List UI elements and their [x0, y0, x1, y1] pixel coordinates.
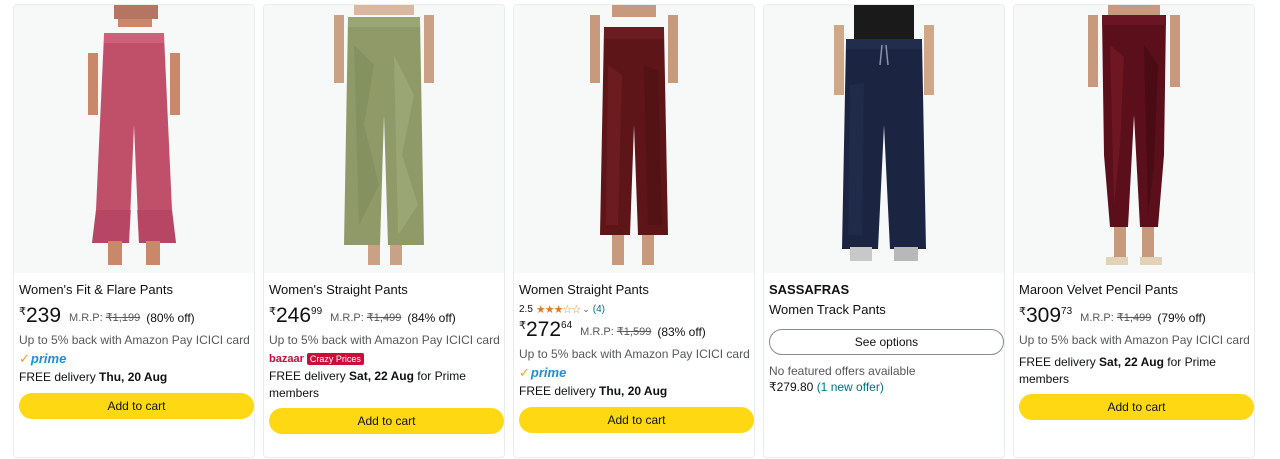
- crazy-prices-badge: Crazy Prices: [306, 353, 364, 365]
- product-image[interactable]: [764, 5, 1004, 273]
- delivery-date: Sat, 22 Aug: [1099, 355, 1164, 369]
- price-fraction: 99: [311, 306, 323, 317]
- mrp: M.R.P: ₹1,499: [330, 311, 401, 325]
- price-fraction: 73: [1061, 306, 1073, 317]
- price-row: ₹ 309 73 M.R.P: ₹1,499 (79% off): [1019, 303, 1250, 333]
- no-offers-note: No featured offers available: [769, 364, 916, 378]
- prime-badge: ✓ prime: [519, 365, 750, 381]
- add-to-cart-button[interactable]: Add to cart: [19, 393, 254, 419]
- mrp-label: M.R.P:: [330, 312, 364, 324]
- product-card[interactable]: Women's Fit & Flare Pants ₹ 239 M.R.P: ₹1…: [13, 4, 255, 458]
- rating-value: 2.5: [519, 303, 533, 315]
- price-row: ₹ 246 99 M.R.P: ₹1,499 (84% off): [269, 303, 500, 333]
- discount: (84% off): [407, 311, 456, 325]
- delivery-date: Thu, 20 Aug: [99, 370, 168, 384]
- see-options-button[interactable]: See options: [769, 329, 1004, 355]
- price-fraction: 64: [561, 320, 573, 331]
- chevron-down-icon[interactable]: ⌄: [582, 304, 590, 315]
- offer-row: ₹279.80 (1 new offer): [769, 379, 1000, 395]
- product-card[interactable]: Women's Straight Pants ₹ 246 99 M.R.P: ₹1…: [263, 4, 505, 458]
- price-symbol: ₹: [519, 320, 526, 332]
- product-card[interactable]: Maroon Velvet Pencil Pants ₹ 309 73 M.R.…: [1013, 4, 1255, 458]
- price-symbol: ₹: [269, 306, 276, 318]
- price-whole: 239: [26, 304, 62, 327]
- rating[interactable]: 2.5 ★★★☆☆ ⌄ (4): [519, 301, 750, 317]
- price-whole: 309: [1026, 304, 1062, 327]
- price-whole: 246: [276, 304, 312, 327]
- cashback-offer: Up to 5% back with Amazon Pay ICICI card: [269, 333, 500, 347]
- delivery-info: FREE delivery Sat, 22 Aug for Prime memb…: [269, 368, 500, 402]
- prime-label: prime: [30, 351, 67, 366]
- prime-label: prime: [530, 365, 567, 380]
- prime-check-icon: ✓: [19, 351, 30, 366]
- delivery-info: FREE delivery Thu, 20 Aug: [19, 369, 250, 386]
- mrp-value: ₹1,499: [366, 312, 402, 324]
- mrp: M.R.P: ₹1,499: [1080, 311, 1151, 325]
- product-image[interactable]: [514, 5, 754, 273]
- price-symbol: ₹: [19, 306, 26, 318]
- add-to-cart-button[interactable]: Add to cart: [269, 408, 504, 434]
- cashback-offer: Up to 5% back with Amazon Pay ICICI card: [1019, 333, 1250, 347]
- product-card[interactable]: Women Straight Pants 2.5 ★★★☆☆ ⌄ (4) ₹ 2…: [513, 4, 755, 458]
- cashback-offer: Up to 5% back with Amazon Pay ICICI card: [19, 333, 250, 347]
- delivery-prefix: FREE delivery: [519, 384, 596, 398]
- rating-stars-icon: ★★★☆☆: [535, 303, 581, 316]
- product-title[interactable]: Women's Straight Pants: [269, 281, 500, 301]
- bazaar-badge: bazaar Crazy Prices: [269, 352, 500, 366]
- bazaar-logo: bazaar: [269, 353, 304, 365]
- product-image[interactable]: [14, 5, 254, 273]
- add-to-cart-button[interactable]: Add to cart: [519, 407, 754, 433]
- mrp-label: M.R.P:: [69, 312, 103, 324]
- delivery-prefix: FREE delivery: [19, 370, 96, 384]
- price-whole: 272: [526, 318, 562, 341]
- product-grid: Women's Fit & Flare Pants ₹ 239 M.R.P: ₹1…: [13, 4, 1259, 459]
- delivery-info: FREE delivery Sat, 22 Aug for Prime memb…: [1019, 354, 1250, 388]
- delivery-prefix: FREE delivery: [269, 369, 346, 383]
- mrp-value: ₹1,499: [1116, 312, 1152, 324]
- prime-check-icon: ✓: [519, 365, 530, 380]
- discount: (80% off): [146, 311, 195, 325]
- discount: (79% off): [1157, 311, 1206, 325]
- cashback-offer: Up to 5% back with Amazon Pay ICICI card: [519, 347, 750, 361]
- mrp-value: ₹1,599: [616, 326, 652, 338]
- rating-count[interactable]: (4): [593, 304, 605, 315]
- product-title[interactable]: Women's Fit & Flare Pants: [19, 281, 250, 301]
- offer-price: ₹279.80: [769, 380, 814, 394]
- delivery-prefix: FREE delivery: [1019, 355, 1096, 369]
- mrp-value: ₹1,199: [105, 312, 141, 324]
- price-symbol: ₹: [1019, 306, 1026, 318]
- product-title[interactable]: Women Track Pants: [769, 301, 1000, 321]
- prime-badge: ✓ prime: [19, 351, 250, 367]
- delivery-date: Sat, 22 Aug: [349, 369, 414, 383]
- product-title[interactable]: Women Straight Pants: [519, 281, 750, 301]
- price-row: ₹ 239 M.R.P: ₹1,199 (80% off): [19, 303, 250, 333]
- delivery-info: FREE delivery Thu, 20 Aug: [519, 383, 750, 400]
- product-image[interactable]: [264, 5, 504, 273]
- price-row: ₹ 272 64 M.R.P: ₹1,599 (83% off): [519, 317, 750, 347]
- mrp-label: M.R.P:: [1080, 312, 1114, 324]
- add-to-cart-button[interactable]: Add to cart: [1019, 394, 1254, 420]
- product-title[interactable]: Maroon Velvet Pencil Pants: [1019, 281, 1250, 301]
- delivery-date: Thu, 20 Aug: [599, 384, 668, 398]
- mrp-label: M.R.P:: [580, 326, 614, 338]
- discount: (83% off): [657, 325, 706, 339]
- mrp: M.R.P: ₹1,199: [69, 311, 140, 325]
- product-card[interactable]: SASSAFRAS Women Track Pants See options …: [763, 4, 1005, 458]
- product-image[interactable]: [1014, 5, 1254, 273]
- product-brand: SASSAFRAS: [769, 282, 850, 297]
- mrp: M.R.P: ₹1,599: [580, 325, 651, 339]
- new-offer-link[interactable]: (1 new offer): [817, 380, 884, 394]
